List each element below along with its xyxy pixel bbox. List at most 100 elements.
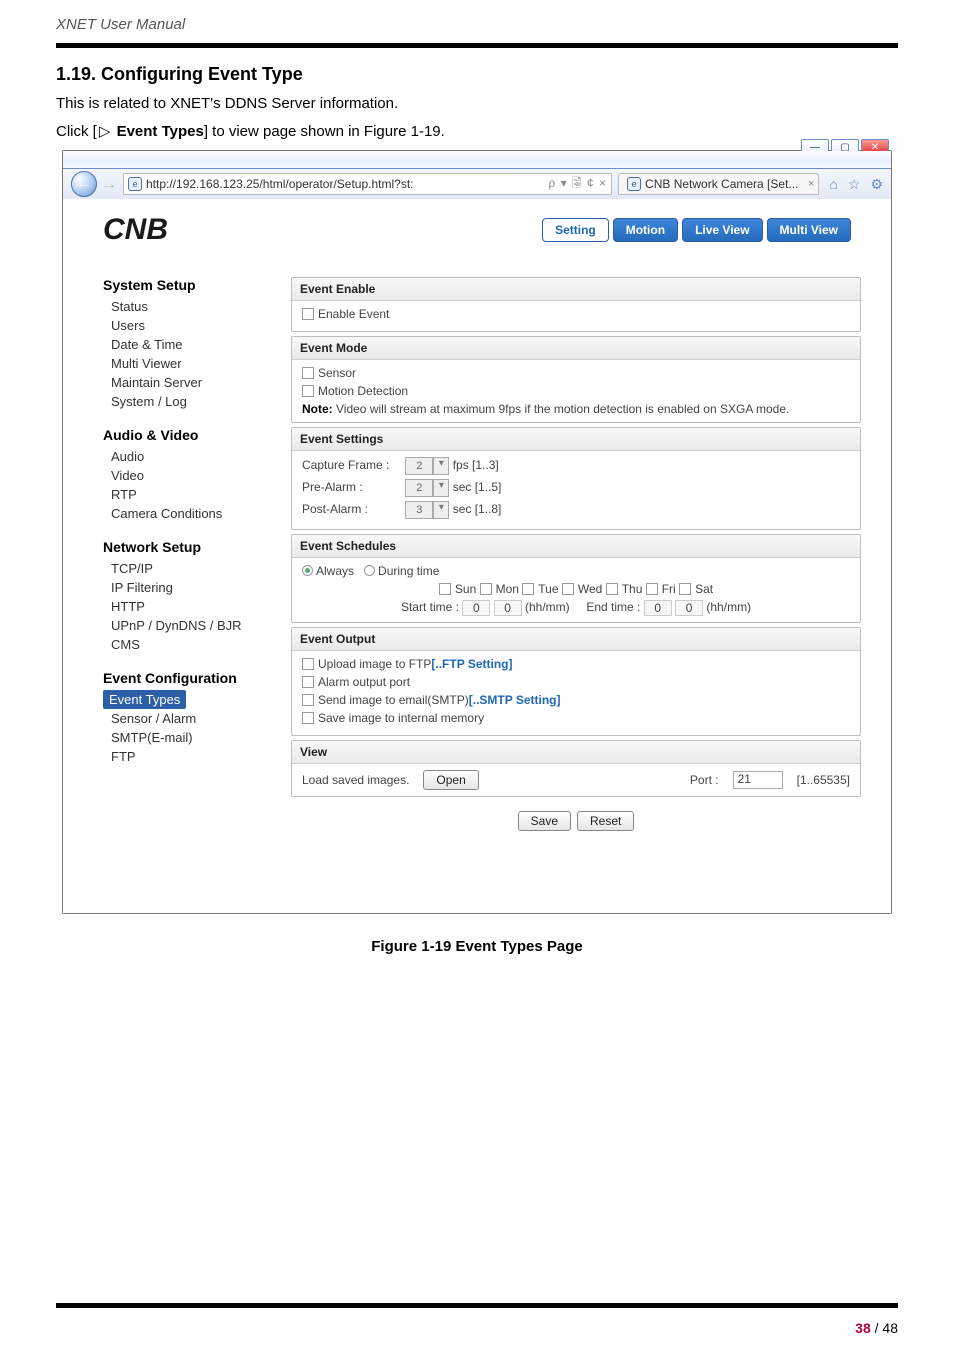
sidebar-item-rtp[interactable]: RTP bbox=[103, 485, 281, 504]
capture-dropdown-icon[interactable]: ▾ bbox=[433, 457, 449, 475]
enable-event-checkbox[interactable] bbox=[302, 308, 314, 320]
tab-close-icon[interactable]: × bbox=[808, 178, 814, 190]
event-settings-heading: Event Settings bbox=[292, 428, 860, 451]
sat-checkbox[interactable] bbox=[679, 583, 691, 595]
sidebar-item-multiviewer[interactable]: Multi Viewer bbox=[103, 354, 281, 373]
sidebar-item-status[interactable]: Status bbox=[103, 297, 281, 316]
ftp-setting-link[interactable]: [..FTP Setting] bbox=[431, 657, 512, 671]
mon-checkbox[interactable] bbox=[480, 583, 492, 595]
url-field[interactable]: e http://192.168.123.25/html/operator/Se… bbox=[123, 173, 612, 195]
sidebar-heading-av: Audio & Video bbox=[103, 427, 281, 443]
browser-tab[interactable]: e CNB Network Camera [Set... × bbox=[618, 173, 819, 195]
sidebar-item-eventtypes[interactable]: Event Types bbox=[103, 690, 186, 709]
sidebar-heading-event: Event Configuration bbox=[103, 670, 281, 686]
during-radio[interactable] bbox=[364, 565, 375, 576]
event-schedules-heading: Event Schedules bbox=[292, 535, 860, 558]
sidebar-item-http[interactable]: HTTP bbox=[103, 597, 281, 616]
postalarm-value[interactable] bbox=[405, 501, 433, 519]
start-min-field[interactable]: 0 bbox=[494, 600, 522, 616]
sensor-checkbox[interactable] bbox=[302, 367, 314, 379]
thu-checkbox[interactable] bbox=[606, 583, 618, 595]
intro-line-1: This is related to XNET's DDNS Server in… bbox=[56, 95, 898, 112]
sidebar-item-audio[interactable]: Audio bbox=[103, 447, 281, 466]
start-hhmm: (hh/mm) bbox=[525, 600, 570, 614]
event-mode-group: Event Mode Sensor Motion Detection Note:… bbox=[291, 336, 861, 423]
sidebar-item-ftp[interactable]: FTP bbox=[103, 747, 281, 766]
tue-checkbox[interactable] bbox=[522, 583, 534, 595]
port-range: [1..65535] bbox=[797, 773, 850, 787]
page-header-band: CNB Setting Motion Live View Multi View bbox=[63, 199, 891, 277]
prealarm-unit: sec [1..5] bbox=[453, 480, 502, 494]
event-output-group: Event Output Upload image to FTP[..FTP S… bbox=[291, 627, 861, 736]
sidebar-item-ipfilter[interactable]: IP Filtering bbox=[103, 578, 281, 597]
save-internal-checkbox[interactable] bbox=[302, 712, 314, 724]
intro-prefix: Click [ bbox=[56, 123, 97, 140]
multiview-button[interactable]: Multi View bbox=[767, 218, 851, 242]
intro-line-2: Click [▷ Event Types] to view page shown… bbox=[56, 122, 898, 140]
sidebar-item-sensor[interactable]: Sensor / Alarm bbox=[103, 709, 281, 728]
sidebar-item-camera[interactable]: Camera Conditions bbox=[103, 504, 281, 523]
open-button[interactable]: Open bbox=[423, 770, 478, 790]
motion-label: Motion Detection bbox=[318, 384, 408, 398]
save-button[interactable]: Save bbox=[518, 811, 571, 831]
back-button[interactable]: ← bbox=[71, 171, 97, 197]
port-label: Port : bbox=[690, 773, 719, 787]
gear-icon[interactable]: ⚙ bbox=[870, 176, 883, 193]
ie-icon: e bbox=[128, 177, 142, 191]
tab-title: CNB Network Camera [Set... bbox=[645, 177, 798, 191]
sidebar-item-cms[interactable]: CMS bbox=[103, 635, 281, 654]
page-number: 38 / 48 bbox=[56, 1320, 898, 1336]
motion-note: Note: Video will stream at maximum 9fps … bbox=[302, 402, 850, 416]
capture-value[interactable] bbox=[405, 457, 433, 475]
browser-titlebar bbox=[63, 151, 891, 169]
sidebar-item-systemlog[interactable]: System / Log bbox=[103, 392, 281, 411]
end-min-field[interactable]: 0 bbox=[675, 600, 703, 616]
liveview-button[interactable]: Live View bbox=[682, 218, 762, 242]
setting-button[interactable]: Setting bbox=[542, 218, 609, 242]
sidebar-item-tcpip[interactable]: TCP/IP bbox=[103, 559, 281, 578]
sidebar-item-video[interactable]: Video bbox=[103, 466, 281, 485]
motion-checkbox[interactable] bbox=[302, 385, 314, 397]
fri-checkbox[interactable] bbox=[646, 583, 658, 595]
sun-checkbox[interactable] bbox=[439, 583, 451, 595]
start-hour-field[interactable]: 0 bbox=[462, 600, 490, 616]
capture-label: Capture Frame : bbox=[302, 458, 402, 472]
star-icon[interactable]: ☆ bbox=[848, 176, 861, 193]
note-bold: Note: bbox=[302, 402, 333, 416]
triangle-icon: ▷ bbox=[99, 122, 111, 140]
smtp-checkbox[interactable] bbox=[302, 694, 314, 706]
sidebar: System Setup Status Users Date & Time Mu… bbox=[103, 277, 281, 833]
home-icon[interactable]: ⌂ bbox=[829, 176, 837, 193]
sidebar-item-users[interactable]: Users bbox=[103, 316, 281, 335]
sidebar-heading-system: System Setup bbox=[103, 277, 281, 293]
upload-ftp-label: Upload image to FTP bbox=[318, 657, 431, 671]
header-rule bbox=[56, 43, 898, 48]
postalarm-dropdown-icon[interactable]: ▾ bbox=[433, 501, 449, 519]
sidebar-item-maintain[interactable]: Maintain Server bbox=[103, 373, 281, 392]
doc-header: XNET User Manual bbox=[56, 16, 898, 37]
prealarm-dropdown-icon[interactable]: ▾ bbox=[433, 479, 449, 497]
motion-button[interactable]: Motion bbox=[613, 218, 678, 242]
end-hour-field[interactable]: 0 bbox=[644, 600, 672, 616]
forward-button[interactable]: → bbox=[101, 176, 117, 192]
sidebar-heading-network: Network Setup bbox=[103, 539, 281, 555]
page-total: / 48 bbox=[871, 1320, 898, 1336]
port-value[interactable]: 21 bbox=[733, 771, 783, 789]
intro-bold: Event Types bbox=[117, 123, 204, 140]
capture-unit: fps [1..3] bbox=[453, 458, 499, 472]
prealarm-value[interactable] bbox=[405, 479, 433, 497]
sidebar-item-smtp[interactable]: SMTP(E-mail) bbox=[103, 728, 281, 747]
wed-checkbox[interactable] bbox=[562, 583, 574, 595]
view-heading: View bbox=[292, 741, 860, 764]
reset-button[interactable]: Reset bbox=[577, 811, 634, 831]
upload-ftp-checkbox[interactable] bbox=[302, 658, 314, 670]
sidebar-item-datetime[interactable]: Date & Time bbox=[103, 335, 281, 354]
sidebar-item-upnp[interactable]: UPnP / DynDNS / BJR bbox=[103, 616, 281, 635]
smtp-setting-link[interactable]: [..SMTP Setting] bbox=[469, 693, 561, 707]
alarm-port-checkbox[interactable] bbox=[302, 676, 314, 688]
event-mode-heading: Event Mode bbox=[292, 337, 860, 360]
postalarm-unit: sec [1..8] bbox=[453, 502, 502, 516]
always-radio[interactable] bbox=[302, 565, 313, 576]
day-wed: Wed bbox=[578, 582, 602, 596]
event-settings-group: Event Settings Capture Frame : ▾ fps [1.… bbox=[291, 427, 861, 530]
